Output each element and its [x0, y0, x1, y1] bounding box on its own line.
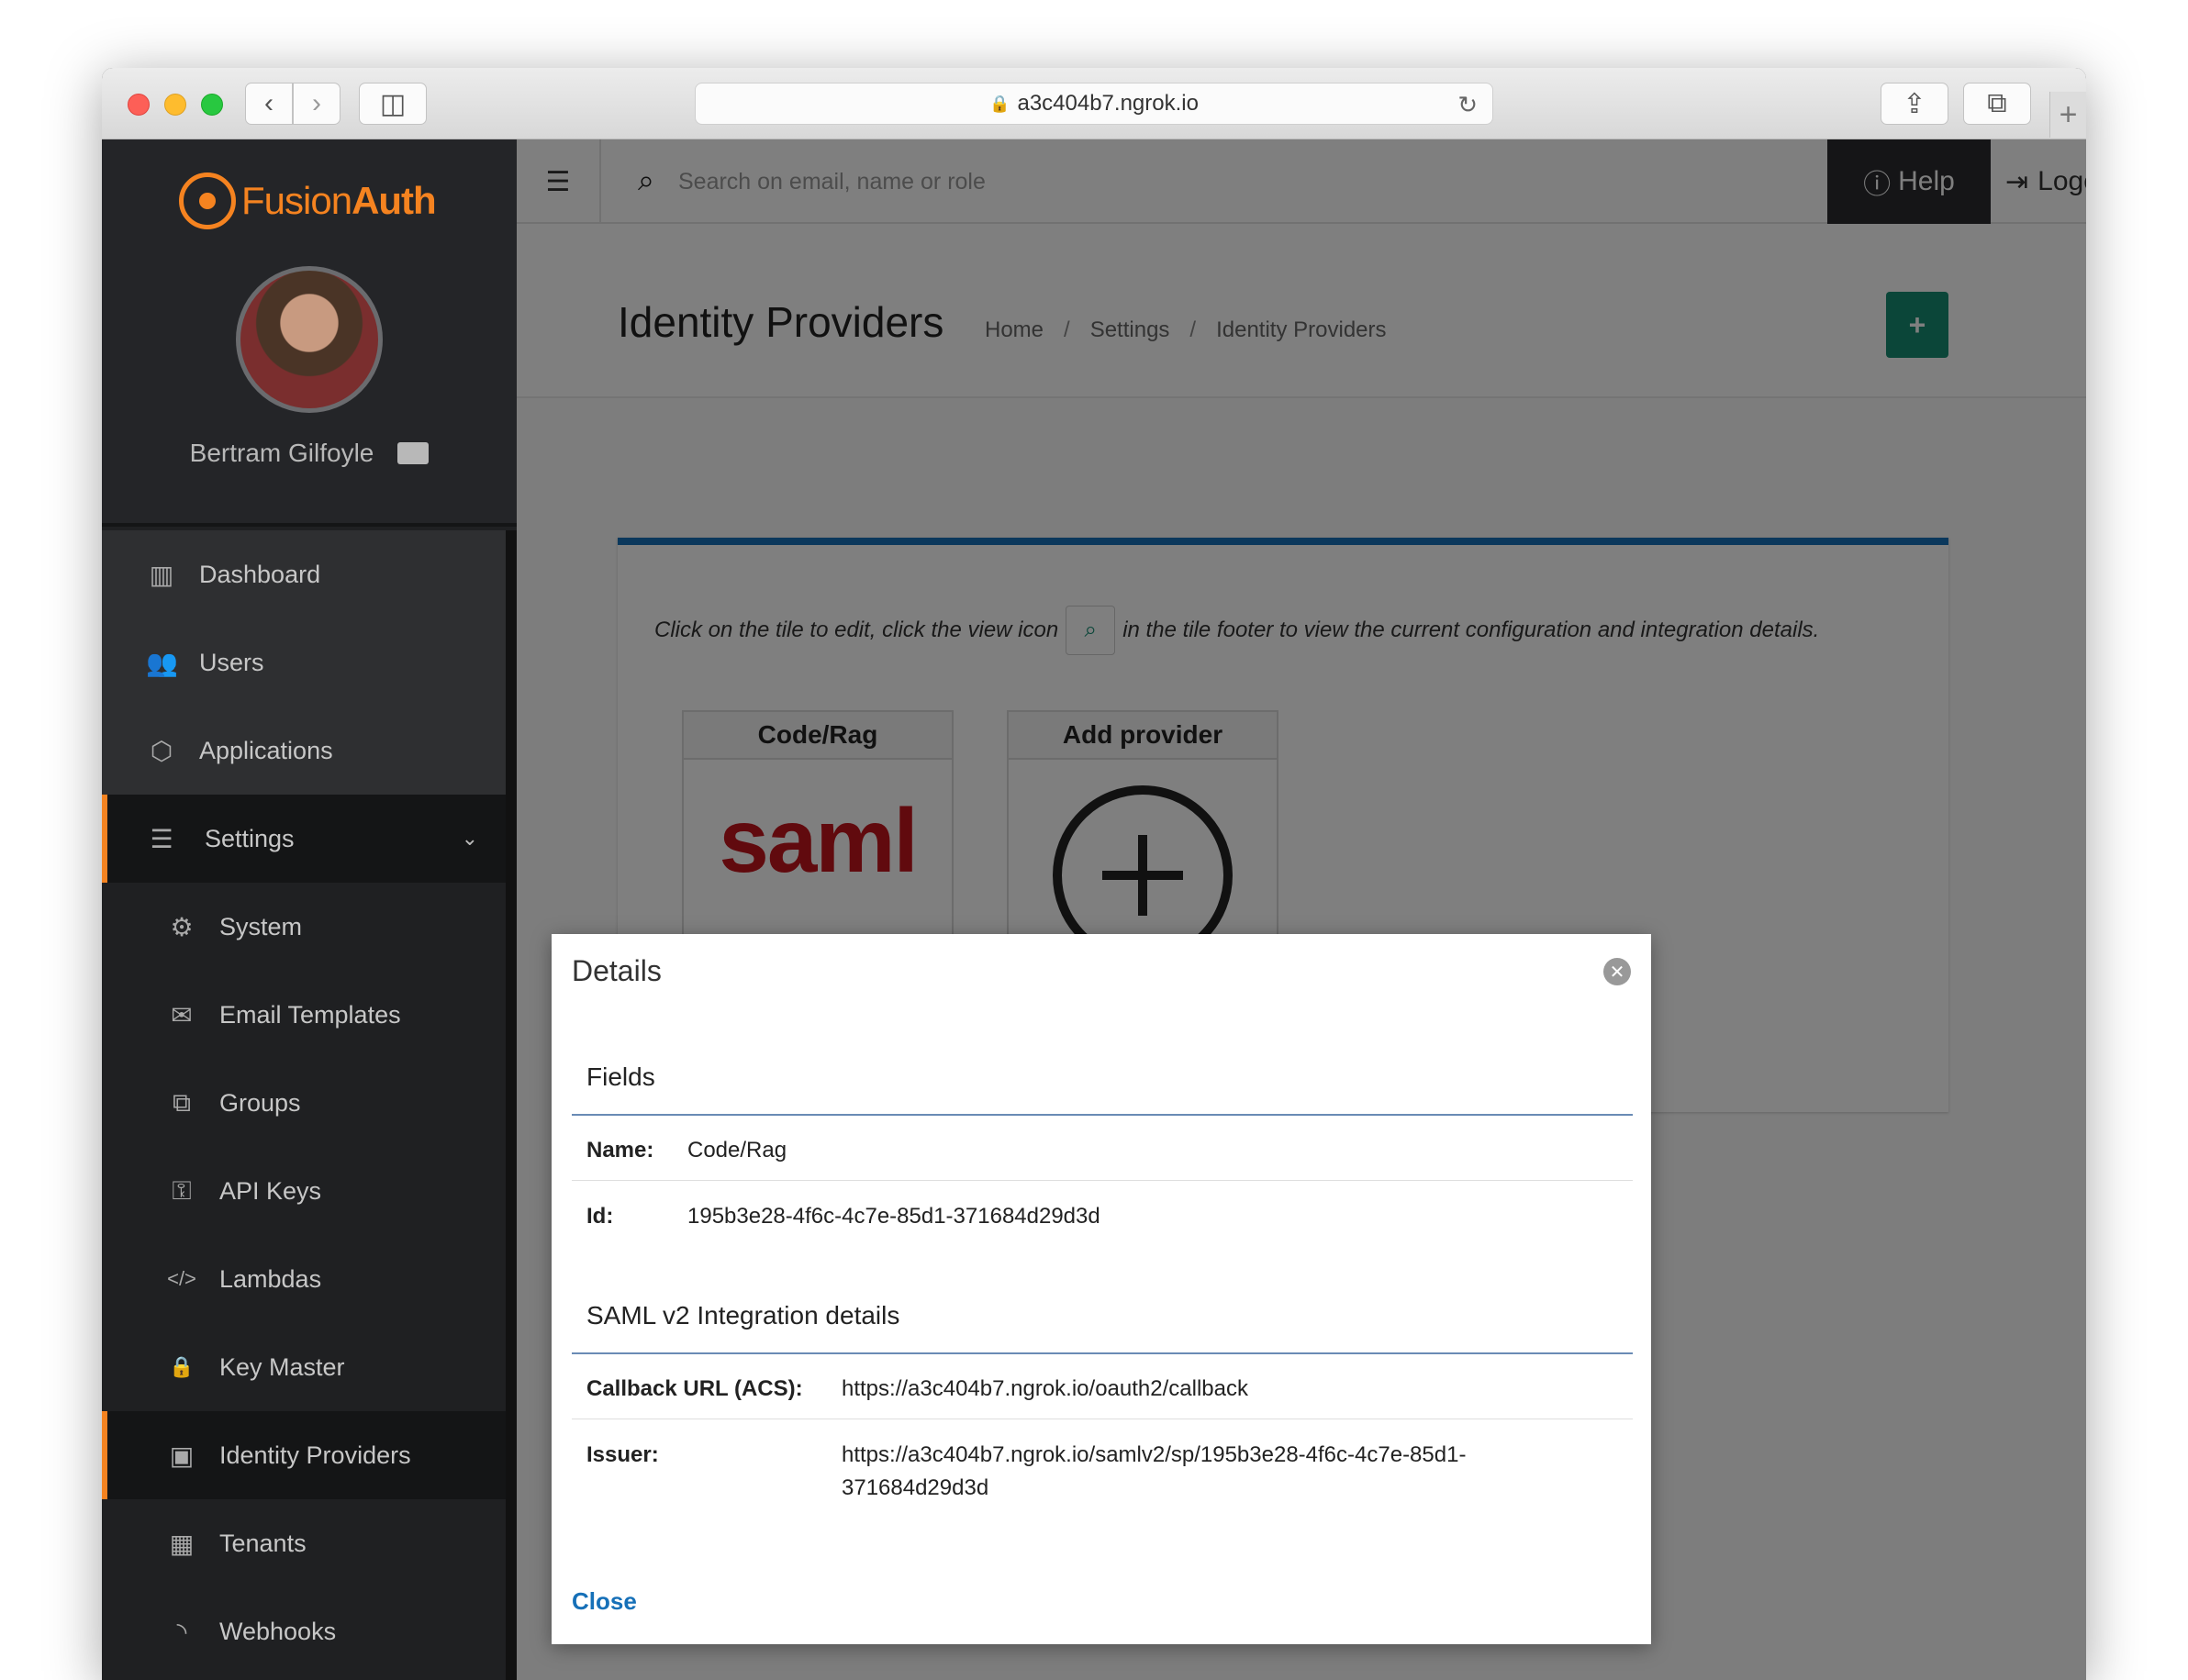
chevron-down-icon: ⌄ — [461, 827, 478, 850]
sidebar: Fusion Auth Bertram Gilfoyle ▥ Dashboard … — [102, 139, 517, 1680]
user-name: Bertram Gilfoyle — [189, 439, 374, 467]
browser-sidebar-button[interactable]: ◫ — [359, 83, 427, 125]
id-card-icon[interactable] — [397, 442, 430, 464]
issuer-value-line-2: 371684d29d3d — [842, 1475, 989, 1500]
fusionauth-logo[interactable]: Fusion Auth — [179, 172, 437, 229]
sidebar-item-label: Tenants — [219, 1529, 307, 1557]
cube-icon: ⬡ — [150, 736, 173, 765]
section-divider — [572, 1352, 1633, 1354]
sidebar-item-label: Key Master — [219, 1352, 345, 1381]
url-text: a3c404b7.ngrok.io — [1017, 91, 1199, 116]
tabs-overview-button[interactable]: ⧉ — [1963, 83, 2031, 125]
sidebar-item-label: Applications — [199, 736, 333, 764]
row-divider — [572, 1180, 1633, 1181]
users-icon: 👥 — [146, 648, 178, 677]
gear-icon: ⚙ — [170, 912, 194, 941]
saml-heading: SAML v2 Integration details — [586, 1301, 900, 1330]
callback-url-value: https://a3c404b7.ngrok.io/oauth2/callbac… — [842, 1376, 1248, 1401]
details-modal: Details ✕ Fields Name: Code/Rag Id: 195b… — [552, 934, 1651, 1644]
sidebar-item-label: System — [219, 912, 303, 940]
name-label: Name: — [586, 1138, 654, 1163]
groups-icon: ⧉ — [173, 1087, 191, 1117]
issuer-value-line-1: https://a3c404b7.ngrok.io/samlv2/sp/195b… — [842, 1442, 1467, 1467]
sidebar-item-tenants[interactable]: ▦ Tenants — [102, 1499, 506, 1587]
close-icon[interactable]: ✕ — [1603, 958, 1631, 985]
sidebar-item-identity-providers[interactable]: ▣ Identity Providers — [102, 1411, 506, 1499]
chevron-left-icon: ‹ — [264, 88, 274, 118]
id-badge-icon: ▣ — [169, 1441, 195, 1470]
modal-title: Details — [572, 954, 662, 987]
lock-icon: 🔒 — [989, 94, 1010, 113]
building-icon: ▦ — [169, 1529, 195, 1558]
close-button[interactable]: Close — [572, 1587, 637, 1616]
dashboard-icon: ▥ — [149, 560, 174, 589]
browser-titlebar: ‹ › ◫ 🔒 a3c404b7.ngrok.io ↻ ⇪ ⧉ + — [102, 68, 2086, 139]
sidebar-item-label: Lambdas — [219, 1264, 322, 1293]
sidebar-icon: ◫ — [379, 88, 407, 119]
new-tab-button[interactable]: + — [2049, 92, 2086, 138]
zoom-window-button[interactable] — [201, 94, 223, 116]
sidebar-item-lambdas[interactable]: </> Lambdas — [102, 1235, 506, 1323]
browser-window: ‹ › ◫ 🔒 a3c404b7.ngrok.io ↻ ⇪ ⧉ + Fusion… — [102, 68, 2086, 1680]
sidebar-item-label: Identity Providers — [219, 1441, 411, 1469]
forward-button[interactable]: › — [293, 83, 340, 125]
sidebar-item-label: Groups — [219, 1088, 301, 1117]
sliders-icon: ☰ — [150, 824, 173, 853]
sidebar-item-settings[interactable]: ☰ Settings ⌄ — [102, 795, 506, 883]
name-value: Code/Rag — [687, 1138, 787, 1163]
chevron-right-icon: › — [312, 88, 321, 118]
reload-icon[interactable]: ↻ — [1457, 91, 1478, 119]
envelope-icon: ✉ — [171, 1000, 193, 1029]
logo-text-fusion: Fusion — [241, 179, 352, 222]
fusionauth-logo-icon — [179, 172, 236, 229]
sidebar-item-users[interactable]: 👥 Users — [102, 618, 506, 706]
sidebar-item-groups[interactable]: ⧉ Groups — [102, 1059, 506, 1147]
share-button[interactable]: ⇪ — [1881, 83, 1948, 125]
minimize-window-button[interactable] — [164, 94, 186, 116]
sidebar-profile: Fusion Auth Bertram Gilfoyle — [102, 139, 517, 527]
sidebar-scrollbar[interactable] — [506, 530, 517, 1680]
sidebar-item-key-master[interactable]: 🔒 Key Master — [102, 1323, 506, 1411]
tabs-icon: ⧉ — [1987, 88, 2007, 118]
back-button[interactable]: ‹ — [245, 83, 293, 125]
id-label: Id: — [586, 1204, 614, 1229]
avatar — [236, 266, 383, 413]
close-window-button[interactable] — [128, 94, 150, 116]
sidebar-item-applications[interactable]: ⬡ Applications — [102, 706, 506, 795]
sidebar-item-system[interactable]: ⚙ System — [102, 883, 506, 971]
issuer-label: Issuer: — [586, 1442, 659, 1467]
sidebar-item-label: API Keys — [219, 1176, 322, 1205]
rss-icon: ◝ — [176, 1617, 187, 1646]
lock-icon: 🔒 — [169, 1355, 195, 1378]
sidebar-item-label: Settings — [205, 824, 295, 852]
fields-heading: Fields — [586, 1063, 655, 1091]
section-divider — [572, 1114, 1633, 1116]
code-icon: </> — [167, 1267, 196, 1290]
sidebar-item-label: Dashboard — [199, 560, 321, 588]
sidebar-menu: ▥ Dashboard 👥 Users ⬡ Applications ☰ Set… — [102, 530, 506, 1675]
sidebar-item-label: Webhooks — [219, 1617, 337, 1645]
sidebar-item-label: Email Templates — [219, 1000, 401, 1029]
user-row: Bertram Gilfoyle — [102, 439, 517, 468]
sidebar-item-dashboard[interactable]: ▥ Dashboard — [102, 530, 506, 618]
id-value: 195b3e28-4f6c-4c7e-85d1-371684d29d3d — [687, 1204, 1100, 1229]
sidebar-item-label: Users — [199, 648, 264, 676]
key-icon: ⚿ — [172, 1175, 192, 1205]
sidebar-item-api-keys[interactable]: ⚿ API Keys — [102, 1147, 506, 1235]
address-bar[interactable]: 🔒 a3c404b7.ngrok.io ↻ — [695, 83, 1493, 125]
sidebar-item-email-templates[interactable]: ✉ Email Templates — [102, 971, 506, 1059]
share-icon: ⇪ — [1903, 88, 1926, 119]
callback-url-label: Callback URL (ACS): — [586, 1376, 803, 1401]
sidebar-item-webhooks[interactable]: ◝ Webhooks — [102, 1587, 506, 1675]
logo-text-auth: Auth — [352, 179, 437, 222]
